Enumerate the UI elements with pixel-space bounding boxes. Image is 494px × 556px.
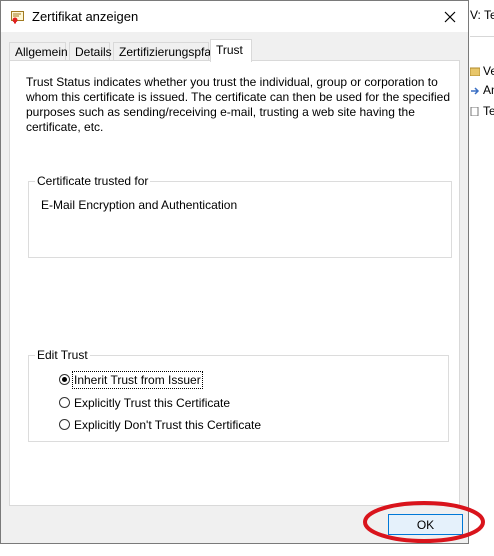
ok-button[interactable]: OK bbox=[388, 514, 463, 535]
background-item-3[interactable]: Te bbox=[470, 104, 494, 118]
tab-allgemein[interactable]: Allgemein bbox=[9, 42, 68, 61]
radio-button-selected[interactable] bbox=[59, 374, 70, 385]
radio-button[interactable] bbox=[59, 397, 70, 408]
folder-icon bbox=[469, 65, 481, 77]
certificate-trusted-for-group: Certificate trusted for E-Mail Encryptio… bbox=[28, 174, 452, 258]
radio-button[interactable] bbox=[59, 419, 70, 430]
arrow-icon bbox=[470, 84, 480, 95]
edit-trust-legend: Edit Trust bbox=[35, 348, 90, 362]
dialog-title: Zertifikat anzeigen bbox=[32, 9, 139, 24]
radio-explicitly-distrust-label[interactable]: Explicitly Don't Trust this Certificate bbox=[73, 417, 262, 433]
title-bar: Zertifikat anzeigen bbox=[1, 1, 468, 32]
radio-explicitly-trust-label[interactable]: Explicitly Trust this Certificate bbox=[73, 395, 231, 411]
trust-description: Trust Status indicates whether you trust… bbox=[26, 75, 450, 134]
background-window-title: V: Te bbox=[470, 8, 494, 22]
background-item-2[interactable]: An bbox=[470, 83, 494, 97]
certificate-dialog: Zertifikat anzeigen Allgemein Details Ze… bbox=[0, 0, 469, 544]
document-icon bbox=[470, 105, 480, 117]
trust-tab-panel: Trust Status indicates whether you trust… bbox=[9, 60, 460, 506]
certificate-trusted-for-legend: Certificate trusted for bbox=[35, 174, 151, 188]
certificate-icon bbox=[11, 11, 24, 24]
background-window: V: Te Ve An Te bbox=[469, 0, 494, 556]
radio-inherit-trust-label[interactable]: Inherit Trust from Issuer bbox=[72, 371, 203, 389]
close-icon[interactable] bbox=[440, 7, 460, 27]
tab-zertifizierungspfad[interactable]: Zertifizierungspfad bbox=[113, 42, 218, 61]
tab-details[interactable]: Details bbox=[69, 42, 112, 61]
background-item-1[interactable]: Ve bbox=[469, 64, 494, 78]
edit-trust-group: Edit Trust Inherit Trust from Issuer Exp… bbox=[28, 348, 449, 442]
background-divider bbox=[470, 36, 494, 37]
trusted-purpose: E-Mail Encryption and Authentication bbox=[41, 198, 238, 212]
tab-trust[interactable]: Trust bbox=[210, 39, 252, 62]
